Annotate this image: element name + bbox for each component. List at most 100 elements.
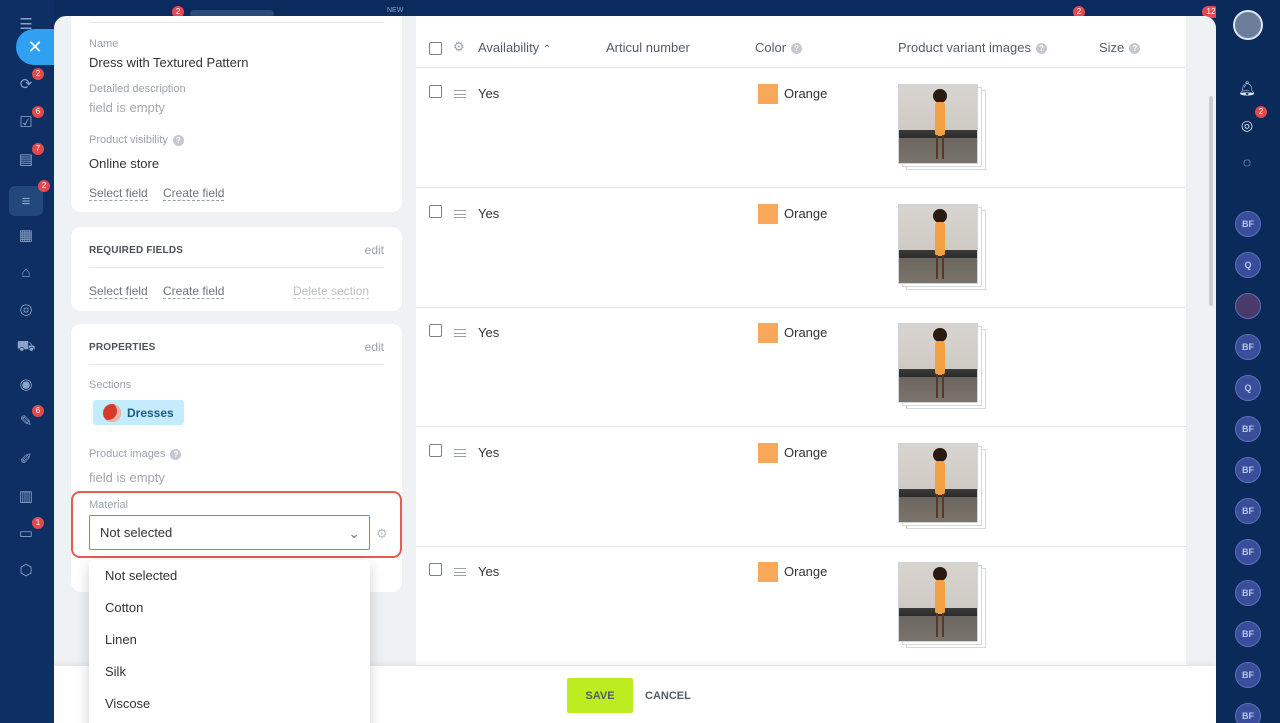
drag-handle-icon[interactable] [454,210,466,218]
create-field-link[interactable]: Create field [163,186,225,201]
row-checkbox[interactable] [429,324,442,337]
drag-handle-icon[interactable] [454,90,466,98]
row-checkbox[interactable] [429,205,442,218]
sites-icon[interactable]: ▭ 1 [15,517,44,543]
contact-avatar[interactable]: BF [1235,621,1261,647]
deals-badge: 2 [32,68,44,80]
name-label: Name [89,38,119,50]
chat-icon[interactable]: ▤ 7 [15,143,44,169]
material-option[interactable]: Silk [89,656,370,688]
visibility-value[interactable]: Online store [89,156,159,171]
variant-images[interactable] [898,562,988,652]
drag-handle-icon[interactable] [454,449,466,457]
analytics-icon[interactable]: ✎ 6 [15,405,44,431]
description-value[interactable]: field is empty [89,100,165,115]
table-row[interactable]: Yes Orange [416,546,1186,666]
images-value[interactable]: field is empty [89,470,165,485]
contact-avatar[interactable]: Q [1235,252,1261,278]
box-icon[interactable]: ⬡ [15,560,37,580]
required-fields-title: REQUIRED FIELDS [89,245,184,256]
availability-cell: Yes [478,445,500,460]
help-icon[interactable]: ? [1035,43,1047,55]
row-checkbox[interactable] [429,563,442,576]
material-select[interactable]: Not selected ⌄ [89,515,370,550]
row-checkbox[interactable] [429,444,442,457]
images-label-wrap: Product images? [89,448,182,460]
row-checkbox[interactable] [429,85,442,98]
store-icon[interactable]: ⌂ [15,262,37,282]
section-tag-dresses[interactable]: Dresses [93,400,184,425]
select-all-checkbox[interactable] [429,42,442,55]
deals-icon[interactable]: ⟳ 2 [15,68,44,94]
target-icon[interactable]: ◎ [15,299,37,319]
save-button[interactable]: SAVE [567,678,633,713]
messages-icon[interactable]: ◌ [1234,149,1260,175]
variant-images[interactable] [898,204,988,294]
help-icon[interactable]: ? [172,134,184,146]
table-row[interactable]: Yes Orange [416,307,1186,427]
material-option[interactable]: Cotton [89,592,370,624]
required-fields-card: REQUIRED FIELDS edit Select field Create… [71,227,402,311]
drag-handle-icon[interactable] [454,568,466,576]
visibility-label-wrap: Product visibility? [89,134,184,146]
contact-avatar[interactable]: BF [1235,539,1261,565]
table-scrollbar[interactable] [1209,96,1213,306]
contact-avatar[interactable]: BF [1235,416,1261,442]
column-images[interactable]: Product variant images? [898,40,1047,55]
bell-icon[interactable]: 🔔︎ [1234,75,1260,101]
material-option[interactable]: Not selected [89,560,370,592]
user-avatar[interactable] [1233,10,1263,40]
product-main-card: Name Dress with Textured Pattern Detaile… [71,16,402,212]
material-option[interactable]: Linen [89,624,370,656]
close-slider-button[interactable]: ✕ [16,29,54,65]
column-color[interactable]: Color? [755,40,803,55]
properties-edit-link[interactable]: edit [365,340,384,354]
column-size[interactable]: Size? [1099,40,1141,55]
contact-avatar[interactable]: BF [1235,457,1261,483]
chart-icon[interactable]: ▥ [15,486,37,506]
contact-avatar[interactable]: BF [1235,334,1261,360]
crm-icon[interactable]: ≡ 2 [9,180,50,216]
help-icon[interactable]: ? [170,448,182,460]
drag-handle-icon[interactable] [454,329,466,337]
gear-icon[interactable]: ⚙ [376,526,388,542]
table-header: ⚙ Availability ⌃ Articul number Color? P… [416,26,1186,68]
table-row[interactable]: Yes Orange [416,188,1186,308]
column-articul[interactable]: Articul number [606,40,690,55]
contact-avatar[interactable]: BF [1235,703,1261,723]
variant-images[interactable] [898,84,988,174]
table-row[interactable]: Yes Orange [416,68,1186,188]
material-select-value: Not selected [100,525,173,540]
cancel-button[interactable]: CANCEL [645,678,691,713]
contact-avatar[interactable]: BF [1235,498,1261,524]
variant-images[interactable] [898,323,988,413]
help-icon[interactable]: ? [1129,43,1141,55]
required-edit-link[interactable]: edit [365,243,384,257]
cart-icon[interactable]: ⛟ [15,337,37,357]
sections-label: Sections [89,379,132,391]
calendar-icon[interactable]: ▦ [15,225,37,245]
contact-avatar[interactable] [1235,293,1261,319]
contact-avatar[interactable]: BF [1235,662,1261,688]
support-icon[interactable]: ◉ [15,374,37,394]
contact-avatar[interactable]: BF [1235,211,1261,237]
variant-images[interactable] [898,443,988,533]
color-cell: Orange [784,445,828,460]
table-row[interactable]: Yes Orange [416,427,1186,547]
name-value[interactable]: Dress with Textured Pattern [89,55,248,70]
material-option[interactable]: Viscose [89,688,370,720]
help-icon[interactable]: ? [791,43,803,55]
edit-icon[interactable]: ✐ [15,449,37,469]
column-availability[interactable]: Availability ⌃ [478,40,551,55]
availability-cell: Yes [478,325,500,340]
tasks-icon[interactable]: ☑ 6 [15,106,44,132]
select-field-link[interactable]: Select field [89,284,148,299]
delete-section-link[interactable]: Delete section [293,284,370,299]
select-field-link[interactable]: Select field [89,186,148,201]
contact-avatar[interactable]: BF [1235,580,1261,606]
pulse-icon[interactable]: ◎ 2 [1234,106,1267,138]
create-field-link[interactable]: Create field [163,284,225,299]
close-icon: ✕ [27,36,43,57]
gear-icon[interactable]: ⚙ [453,39,465,55]
contact-avatar[interactable]: Q [1235,375,1261,401]
